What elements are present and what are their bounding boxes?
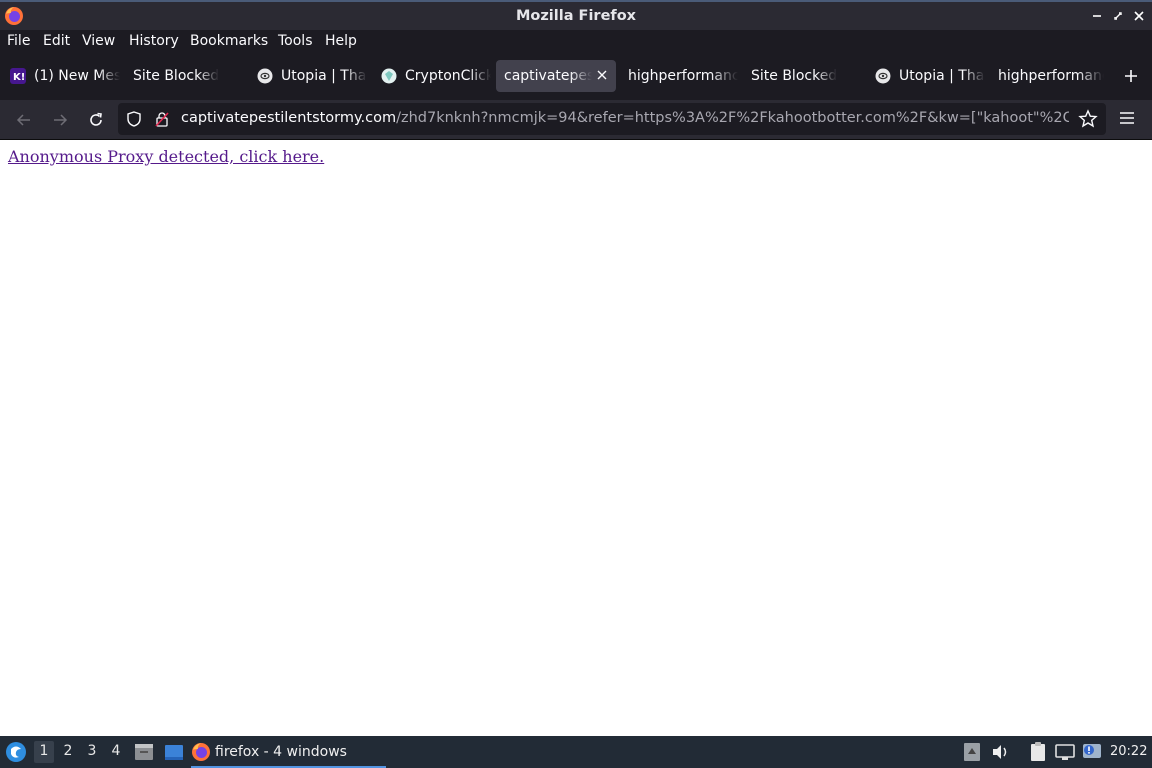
volume-icon[interactable]: [988, 740, 1012, 764]
kahoot-icon: K!: [10, 68, 26, 84]
clipboard-icon[interactable]: [1026, 740, 1050, 764]
minimize-button[interactable]: [1088, 7, 1106, 25]
tab-highperformance[interactable]: highperformance: [620, 60, 738, 92]
notification-icon[interactable]: [1080, 740, 1104, 764]
tab-new-messages[interactable]: K! (1) New Messages: [2, 60, 120, 92]
workspace-3[interactable]: 3: [82, 743, 102, 759]
page-content: Anonymous Proxy detected, click here.: [0, 141, 1152, 736]
tab-label: Site Blocked: [133, 68, 220, 84]
back-button[interactable]: [12, 108, 36, 132]
close-window-button[interactable]: [1130, 7, 1148, 25]
tab-captivatepestilentstormy[interactable]: captivatepestilentstormy: [496, 60, 616, 92]
tab-utopia[interactable]: Utopia | That: [249, 60, 367, 92]
file-manager-icon[interactable]: [132, 740, 156, 764]
tab-site-blocked[interactable]: Site Blocked: [125, 60, 243, 92]
title-bar: Mozilla Firefox: [0, 0, 1152, 30]
tab-label: highperformance: [628, 68, 738, 84]
start-menu-icon[interactable]: [4, 740, 28, 764]
site-icon: [257, 68, 273, 84]
menu-edit[interactable]: Edit: [43, 33, 70, 49]
tab-strip: K! (1) New Messages Site Blocked Utopia …: [0, 52, 1152, 100]
tab-label: Utopia | That: [281, 68, 367, 84]
menu-bookmarks[interactable]: Bookmarks: [190, 33, 268, 49]
firefox-icon: [4, 6, 24, 26]
menu-tools[interactable]: Tools: [278, 33, 313, 49]
taskbar-window-label: firefox - 4 windows: [215, 744, 347, 760]
tab-label: CryptonClick: [405, 68, 491, 84]
tab-highperformance-2[interactable]: highperformance: [990, 60, 1104, 92]
navigation-bar: captivatepestilentstormy.com/zhd7knknh?n…: [0, 100, 1152, 140]
tracking-protection-shield-icon[interactable]: [126, 111, 142, 131]
menu-help[interactable]: Help: [325, 33, 357, 49]
tab-label: Site Blocked: [751, 68, 838, 84]
forward-button[interactable]: [48, 108, 72, 132]
tab-label: highperformance: [998, 68, 1104, 84]
workspace-4[interactable]: 4: [106, 743, 126, 759]
hamburger-menu-icon[interactable]: [1117, 108, 1137, 132]
site-icon: [875, 68, 891, 84]
svg-text:K!: K!: [13, 72, 25, 83]
tray-up-arrow-icon[interactable]: [960, 740, 984, 764]
insecure-lock-icon[interactable]: [154, 111, 170, 131]
taskbar: 1 2 3 4 firefox - 4 windows 20:22: [0, 736, 1152, 768]
reload-button[interactable]: [84, 108, 108, 132]
window-title: Mozilla Firefox: [515, 8, 637, 24]
show-desktop-icon[interactable]: [162, 740, 186, 764]
tab-label: (1) New Messages: [34, 68, 120, 84]
menu-history[interactable]: History: [129, 33, 179, 49]
tab-site-blocked-2[interactable]: Site Blocked: [743, 60, 861, 92]
workspace-2[interactable]: 2: [58, 743, 78, 759]
tab-label: captivatepestilentstormy: [504, 68, 592, 84]
url-path: /zhd7knknh?nmcmjk=94&refer=https%3A%2F%2…: [396, 110, 1069, 126]
new-tab-button[interactable]: [1120, 66, 1142, 88]
clock: 20:22: [1110, 744, 1148, 759]
maximize-button[interactable]: [1109, 7, 1127, 25]
workspace-1[interactable]: 1: [34, 741, 54, 763]
url-host: captivatepestilentstormy.com: [181, 110, 397, 126]
tab-cryptonclick[interactable]: CryptonClick: [373, 60, 491, 92]
network-icon[interactable]: [1053, 740, 1077, 764]
menu-bar: File Edit View History Bookmarks Tools H…: [0, 30, 1152, 52]
tab-label: Utopia | That: [899, 68, 985, 84]
bookmark-star-icon[interactable]: [1078, 109, 1098, 133]
proxy-detected-link[interactable]: Anonymous Proxy detected, click here.: [8, 147, 324, 166]
address-bar[interactable]: captivatepestilentstormy.com/zhd7knknh?n…: [118, 103, 1106, 135]
url-text[interactable]: captivatepestilentstormy.com/zhd7knknh?n…: [181, 110, 1069, 126]
close-tab-icon[interactable]: [594, 68, 610, 84]
firefox-icon: [191, 742, 211, 762]
menu-file[interactable]: File: [7, 33, 30, 49]
crypton-icon: [381, 68, 397, 84]
menu-view[interactable]: View: [82, 33, 115, 49]
tab-utopia-2[interactable]: Utopia | That: [867, 60, 985, 92]
taskbar-firefox-window[interactable]: firefox - 4 windows: [191, 738, 386, 768]
